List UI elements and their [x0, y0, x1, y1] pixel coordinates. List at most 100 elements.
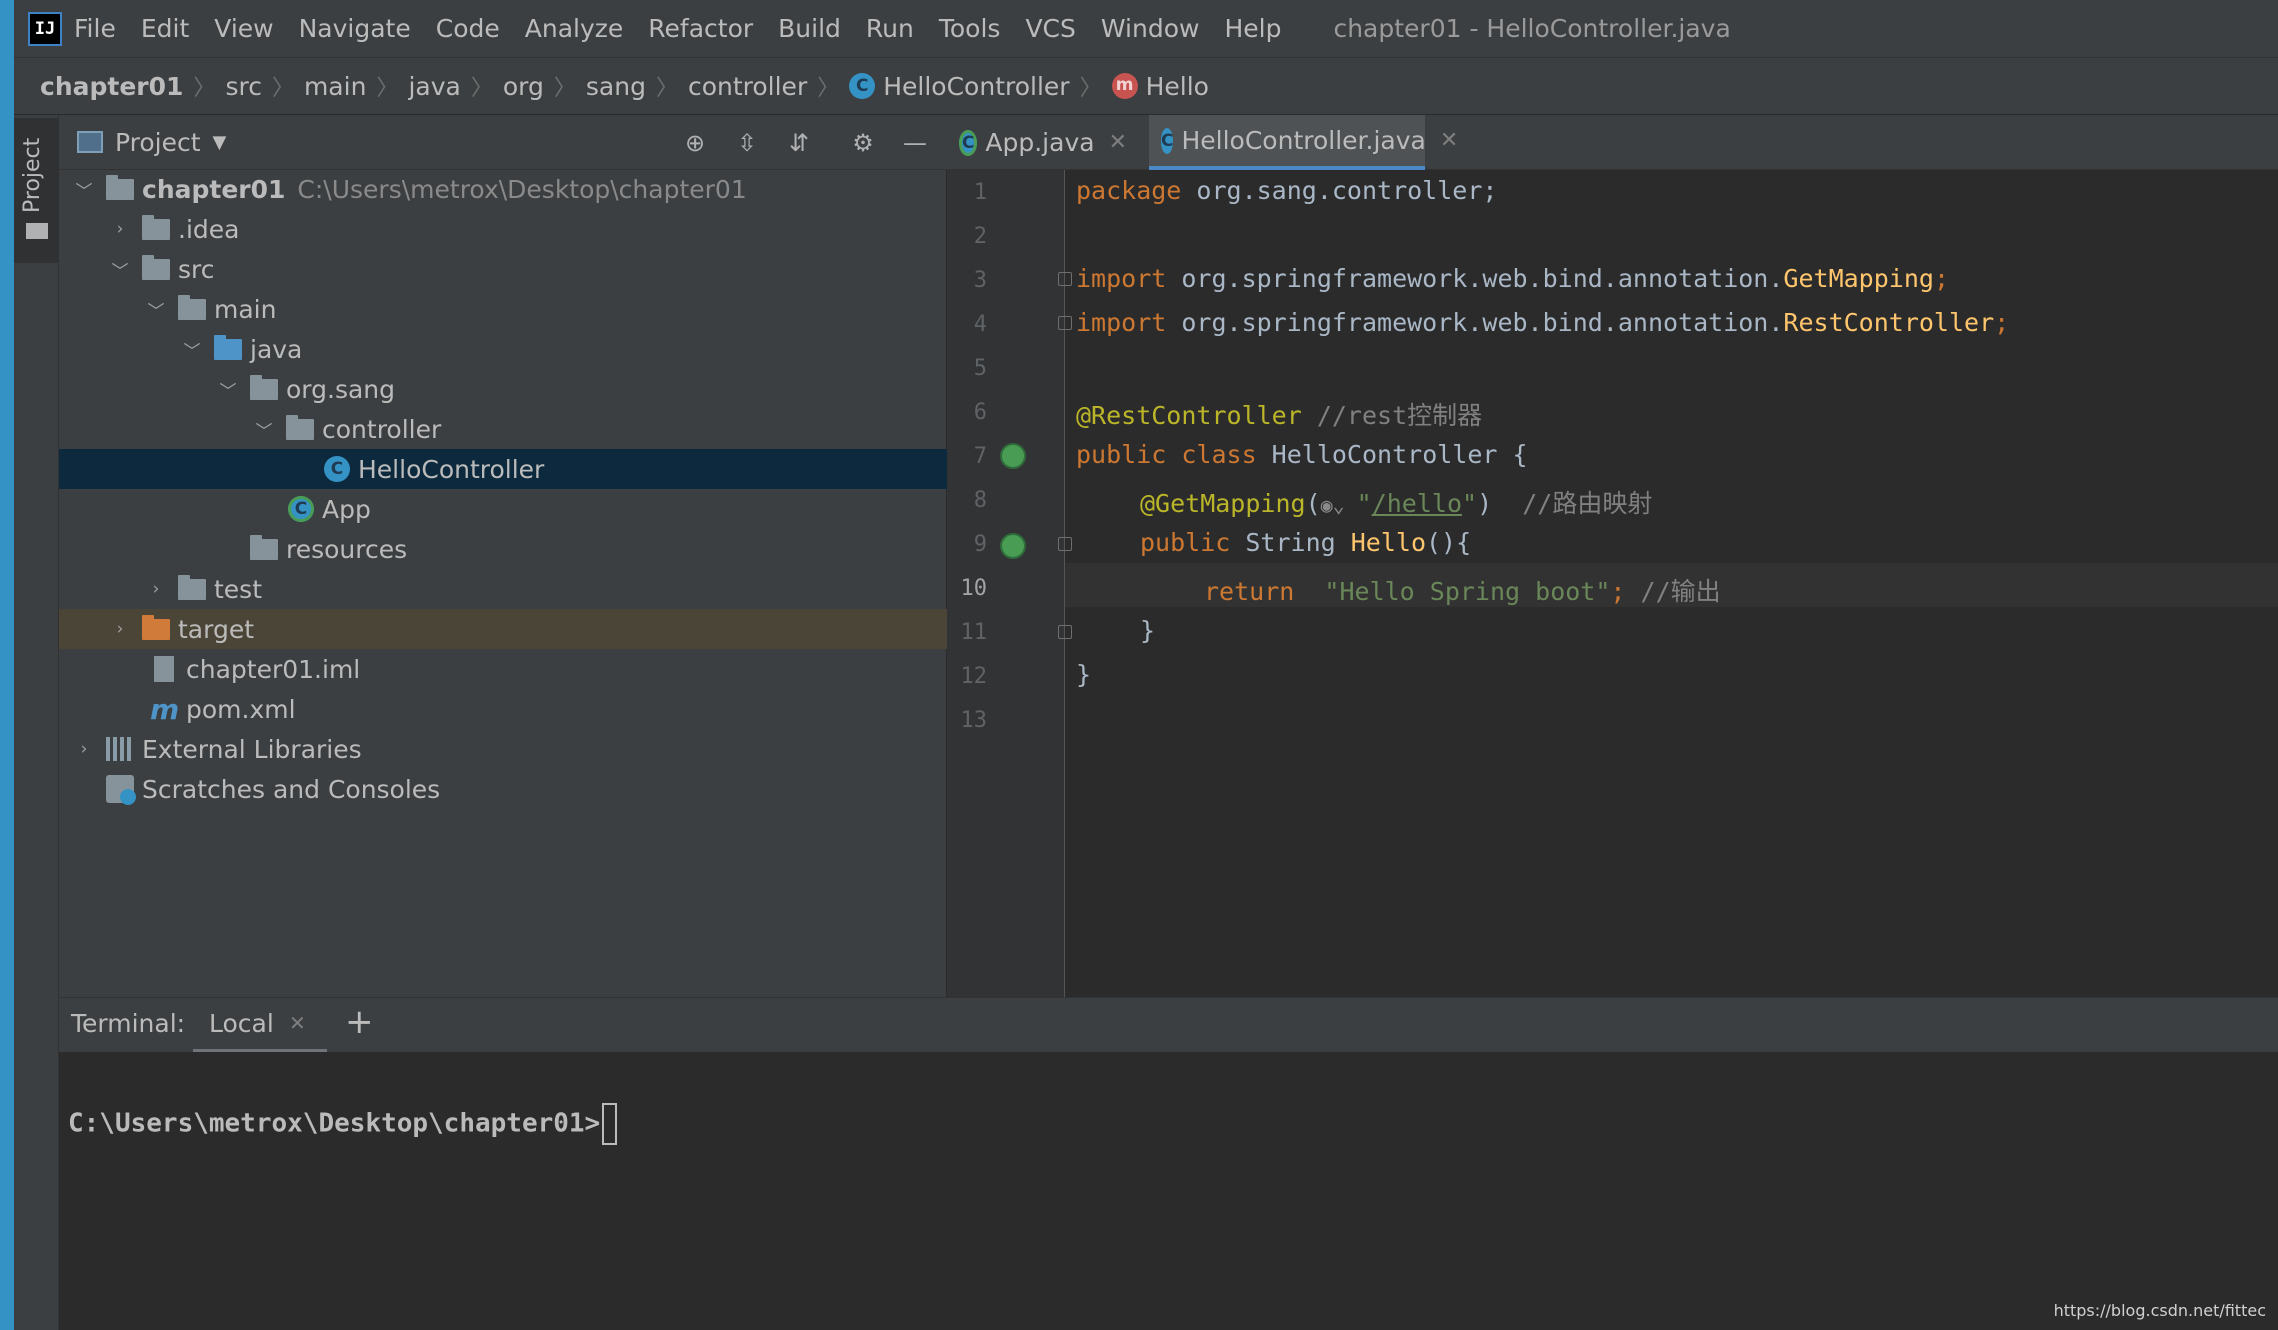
code-comment: //输出 [1625, 577, 1721, 606]
window-title: chapter01 - HelloController.java [1333, 14, 1731, 43]
menu-run[interactable]: Run [866, 14, 914, 43]
fold-icon[interactable] [1058, 625, 1072, 639]
tree-item-src[interactable]: ﹀ src [59, 249, 996, 289]
source-folder-icon [214, 334, 242, 360]
code-line: package org.sang.controller; [1076, 176, 1497, 205]
tree-item-test[interactable]: › test [59, 569, 1032, 609]
tab-hello-controller-java[interactable]: C HelloController.java ✕ [1149, 115, 1458, 170]
code-keyword: public class [1076, 440, 1257, 469]
tree-label: controller [322, 414, 442, 444]
breadcrumb-item[interactable]: org [503, 72, 544, 101]
code-string: " [1462, 489, 1478, 518]
code-punct: ) [1477, 489, 1493, 518]
menu-file[interactable]: File [74, 14, 116, 43]
tab-terminal-local[interactable]: Local ✕ [193, 998, 327, 1053]
tree-item-java[interactable]: ﹀ java [59, 329, 1068, 369]
intellij-logo-icon: IJ [28, 11, 62, 46]
line-number: 6 [973, 400, 987, 425]
tree-item-iml[interactable]: chapter01.iml [59, 649, 1032, 689]
project-tool-tab[interactable]: Project [14, 118, 58, 263]
tree-item-pom[interactable]: m pom.xml [59, 689, 1032, 729]
chevron-down-icon[interactable]: ﹀ [72, 177, 96, 202]
chevron-down-icon[interactable]: ▼ [213, 132, 227, 153]
chevron-down-icon[interactable]: ﹀ [144, 297, 168, 322]
code-text: org.sang.controller; [1181, 176, 1498, 205]
chevron-right-icon[interactable]: › [144, 579, 168, 599]
close-icon[interactable]: ✕ [289, 1011, 306, 1035]
menu-code[interactable]: Code [436, 14, 500, 43]
tree-label: External Libraries [142, 734, 362, 764]
breadcrumb-item[interactable]: sang [586, 72, 646, 101]
project-view-selector[interactable]: Project [115, 128, 201, 157]
minimize-icon[interactable]: — [901, 129, 929, 157]
code-line: @GetMapping(◉⌄ "/hello") //路由映射 [1140, 484, 1652, 520]
close-icon[interactable]: ✕ [1440, 128, 1458, 153]
chevron-right-icon: 〉 [553, 76, 576, 101]
menu-tools[interactable]: Tools [939, 14, 1001, 43]
add-terminal-button[interactable]: + [345, 1002, 374, 1042]
tree-item-root[interactable]: ﹀ chapter01 C:\Users\metrox\Desktop\chap… [59, 169, 960, 209]
code-comment: //路由映射 [1492, 489, 1653, 518]
breadcrumb-item[interactable]: src [225, 72, 262, 101]
tree-label: Scratches and Consoles [142, 774, 441, 804]
chevron-right-icon[interactable]: › [108, 619, 132, 639]
tree-item-external-libraries[interactable]: › External Libraries [59, 729, 960, 769]
scratches-icon [106, 775, 136, 805]
menu-help[interactable]: Help [1224, 14, 1281, 43]
collapse-all-icon[interactable]: ⇵ [785, 129, 813, 157]
breadcrumb-method[interactable]: Hello [1146, 72, 1209, 101]
line-number: 12 [960, 664, 988, 689]
menu-window[interactable]: Window [1101, 14, 1200, 43]
menu-edit[interactable]: Edit [141, 14, 189, 43]
line-number: 9 [973, 532, 987, 557]
close-icon[interactable]: ✕ [1109, 130, 1127, 155]
locate-icon[interactable]: ⊕ [681, 129, 709, 157]
tree-item-idea[interactable]: › .idea [59, 209, 996, 249]
line-number: 4 [973, 312, 987, 337]
tree-item-scratches[interactable]: Scratches and Consoles [59, 769, 960, 809]
spring-bean-icon[interactable] [1000, 443, 1026, 469]
chevron-down-icon[interactable]: ﹀ [252, 417, 276, 442]
gear-icon[interactable]: ⚙ [849, 129, 877, 157]
code-string: "Hello Spring boot" [1324, 577, 1611, 606]
fold-icon[interactable] [1058, 537, 1072, 551]
breadcrumb-item[interactable]: main [304, 72, 366, 101]
chevron-right-icon: 〉 [376, 76, 399, 101]
project-panel-header: Project ▼ ⊕ ⇳ ⇵ ⚙ — [59, 115, 947, 170]
menu-vcs[interactable]: VCS [1025, 14, 1075, 43]
menu-navigate[interactable]: Navigate [299, 14, 411, 43]
tree-item-target[interactable]: › target [59, 609, 996, 649]
menu-view[interactable]: View [214, 14, 273, 43]
chevron-down-icon[interactable]: ﹀ [108, 257, 132, 282]
menu-refactor[interactable]: Refactor [648, 14, 753, 43]
breadcrumb-item[interactable]: java [408, 72, 460, 101]
tree-label: pom.xml [186, 694, 296, 724]
fold-icon[interactable] [1058, 316, 1072, 330]
chevron-down-icon[interactable]: ﹀ [180, 337, 204, 362]
menu-build[interactable]: Build [778, 14, 841, 43]
package-icon [286, 414, 314, 440]
breadcrumb-class[interactable]: HelloController [883, 72, 1069, 101]
expand-all-icon[interactable]: ⇳ [733, 129, 761, 157]
code-url-link[interactable]: /hello [1372, 489, 1462, 518]
chevron-right-icon[interactable]: › [108, 219, 132, 239]
fold-icon[interactable] [1058, 272, 1072, 286]
spring-request-mapping-icon[interactable] [1000, 533, 1026, 559]
code-method-name: Hello [1350, 528, 1426, 557]
tab-app-java[interactable]: C App.java ✕ [947, 115, 1139, 170]
terminal-output[interactable] [59, 1052, 2278, 1330]
chevron-down-icon[interactable]: ﹀ [216, 377, 240, 402]
resources-folder-icon [250, 534, 278, 560]
menu-analyze[interactable]: Analyze [525, 14, 624, 43]
chevron-right-icon[interactable]: › [72, 739, 96, 759]
chevron-right-icon: 〉 [817, 76, 840, 101]
breadcrumb-item[interactable]: chapter01 [40, 72, 183, 101]
tree-label: src [178, 254, 215, 284]
globe-icon[interactable]: ◉⌄ [1321, 493, 1357, 517]
code-text: } [1140, 616, 1156, 645]
line-number: 13 [960, 708, 988, 733]
tree-label: .idea [178, 214, 240, 244]
tree-item-main[interactable]: ﹀ main [59, 289, 1032, 329]
breadcrumb-item[interactable]: controller [688, 72, 807, 101]
tree-label: test [214, 574, 263, 604]
